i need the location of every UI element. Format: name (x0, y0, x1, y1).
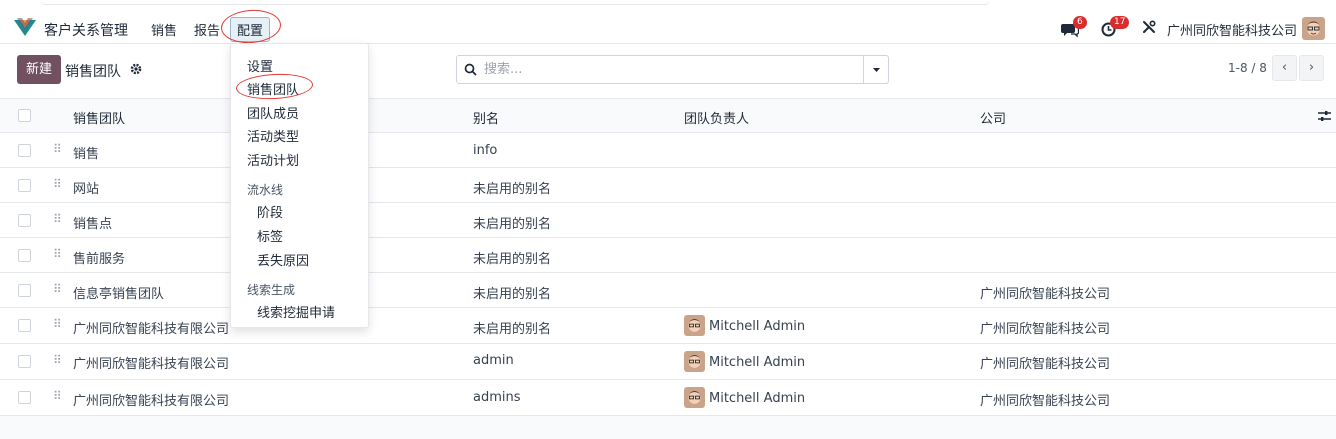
leader-avatar (684, 315, 705, 336)
leader-avatar (684, 387, 705, 408)
user-avatar[interactable] (1302, 17, 1325, 40)
drag-handle-icon[interactable]: ⠿ (53, 317, 62, 331)
team-alias: 未启用的别名 (473, 252, 552, 267)
activities-badge: 17 (1110, 16, 1130, 29)
menu-report[interactable]: 报告 (194, 20, 220, 39)
leader-avatar-icon (684, 387, 705, 408)
row-checkbox[interactable] (18, 179, 31, 192)
company-switcher[interactable]: 广州同欣智能科技公司 (1167, 20, 1297, 39)
menu-item-settings[interactable]: 设置 (247, 56, 273, 75)
crm-logo-icon[interactable] (14, 18, 36, 36)
row-checkbox[interactable] (18, 355, 31, 368)
column-header-leader[interactable]: 团队负责人 (684, 108, 749, 127)
table-header (0, 98, 1336, 133)
row-checkbox[interactable] (18, 144, 31, 157)
drag-handle-icon[interactable]: ⠿ (53, 177, 62, 191)
drag-handle-icon[interactable]: ⠿ (53, 247, 62, 261)
leader-avatar-icon (684, 315, 705, 336)
team-company: 广州同欣智能科技公司 (980, 394, 1111, 409)
messages-badge: 6 (1073, 16, 1087, 29)
pager-value[interactable]: 1-8 / 8 (1228, 61, 1267, 75)
app-name[interactable]: 客户关系管理 (44, 20, 128, 40)
drag-handle-icon[interactable]: ⠿ (53, 389, 62, 403)
team-name: 广州同欣智能科技有限公司 (73, 322, 230, 337)
drag-handle-icon[interactable]: ⠿ (53, 212, 62, 226)
row-checkbox[interactable] (18, 319, 31, 332)
team-company: 广州同欣智能科技公司 (980, 287, 1111, 302)
team-name: 售前服务 (73, 252, 126, 267)
drag-handle-icon[interactable]: ⠿ (53, 142, 62, 156)
menu-item-stages[interactable]: 阶段 (257, 202, 283, 221)
menu-item-lead-mining-requests[interactable]: 线索挖掘申请 (257, 302, 335, 321)
leader-avatar-icon (684, 351, 705, 372)
team-alias: 未启用的别名 (473, 217, 552, 232)
menu-item-tags[interactable]: 标签 (257, 226, 283, 245)
menu-sales[interactable]: 销售 (151, 20, 177, 39)
team-leader[interactable]: Mitchell Admin (709, 319, 805, 334)
team-alias: info (473, 143, 498, 158)
team-name: 广州同欣智能科技有限公司 (73, 357, 230, 372)
menu-item-activity-types[interactable]: 活动类型 (247, 126, 299, 145)
team-name: 网站 (73, 182, 100, 197)
column-header-alias[interactable]: 别名 (473, 108, 499, 127)
search-icon (464, 63, 477, 76)
tools-icon[interactable] (1142, 20, 1156, 34)
table-row[interactable] (0, 238, 1336, 273)
menu-item-team-members[interactable]: 团队成员 (247, 103, 299, 122)
table-row[interactable] (0, 203, 1336, 238)
team-leader[interactable]: Mitchell Admin (709, 355, 805, 370)
menu-item-activity-plans[interactable]: 活动计划 (247, 150, 299, 169)
pager-previous-button[interactable]: ‹ (1272, 55, 1297, 81)
table-row[interactable] (0, 168, 1336, 203)
column-header-team[interactable]: 销售团队 (73, 108, 125, 127)
search-input[interactable] (484, 56, 854, 82)
browser-edge (40, 0, 990, 5)
column-header-company[interactable]: 公司 (980, 108, 1006, 127)
menu-item-lost-reasons[interactable]: 丢失原因 (257, 250, 309, 269)
menu-section-pipeline: 流水线 (247, 183, 284, 197)
team-alias: admin (473, 353, 514, 368)
team-name: 广州同欣智能科技有限公司 (73, 394, 230, 409)
new-button[interactable]: 新建 (17, 55, 61, 84)
drag-handle-icon[interactable]: ⠿ (53, 282, 62, 296)
pager-next-button[interactable]: › (1299, 55, 1324, 81)
team-leader[interactable]: Mitchell Admin (709, 391, 805, 406)
team-alias: admins (473, 390, 521, 405)
page-title: 销售团队 (65, 64, 121, 80)
team-company: 广州同欣智能科技公司 (980, 322, 1111, 337)
list-footer-area (0, 416, 1336, 439)
team-company: 广州同欣智能科技公司 (980, 357, 1111, 372)
team-alias: 未启用的别名 (473, 322, 552, 337)
search-options-toggle[interactable] (863, 56, 888, 83)
drag-handle-icon[interactable]: ⠿ (53, 353, 62, 367)
team-name: 销售 (73, 147, 100, 162)
row-checkbox[interactable] (18, 214, 31, 227)
table-row[interactable] (0, 133, 1336, 168)
column-settings-icon[interactable] (1318, 110, 1331, 122)
caret-down-icon (873, 68, 880, 72)
team-alias: 未启用的别名 (473, 287, 552, 302)
menu-section-lead-generation: 线索生成 (247, 283, 296, 297)
user-avatar-icon (1302, 17, 1325, 40)
row-checkbox[interactable] (18, 284, 31, 297)
select-all-checkbox[interactable] (18, 109, 31, 122)
row-checkbox[interactable] (18, 391, 31, 404)
gear-icon[interactable] (129, 62, 143, 76)
team-name: 销售点 (73, 217, 113, 232)
team-alias: 未启用的别名 (473, 182, 552, 197)
team-name: 信息亭销售团队 (73, 287, 165, 302)
table-row[interactable] (0, 273, 1336, 308)
leader-avatar (684, 351, 705, 372)
row-checkbox[interactable] (18, 249, 31, 262)
